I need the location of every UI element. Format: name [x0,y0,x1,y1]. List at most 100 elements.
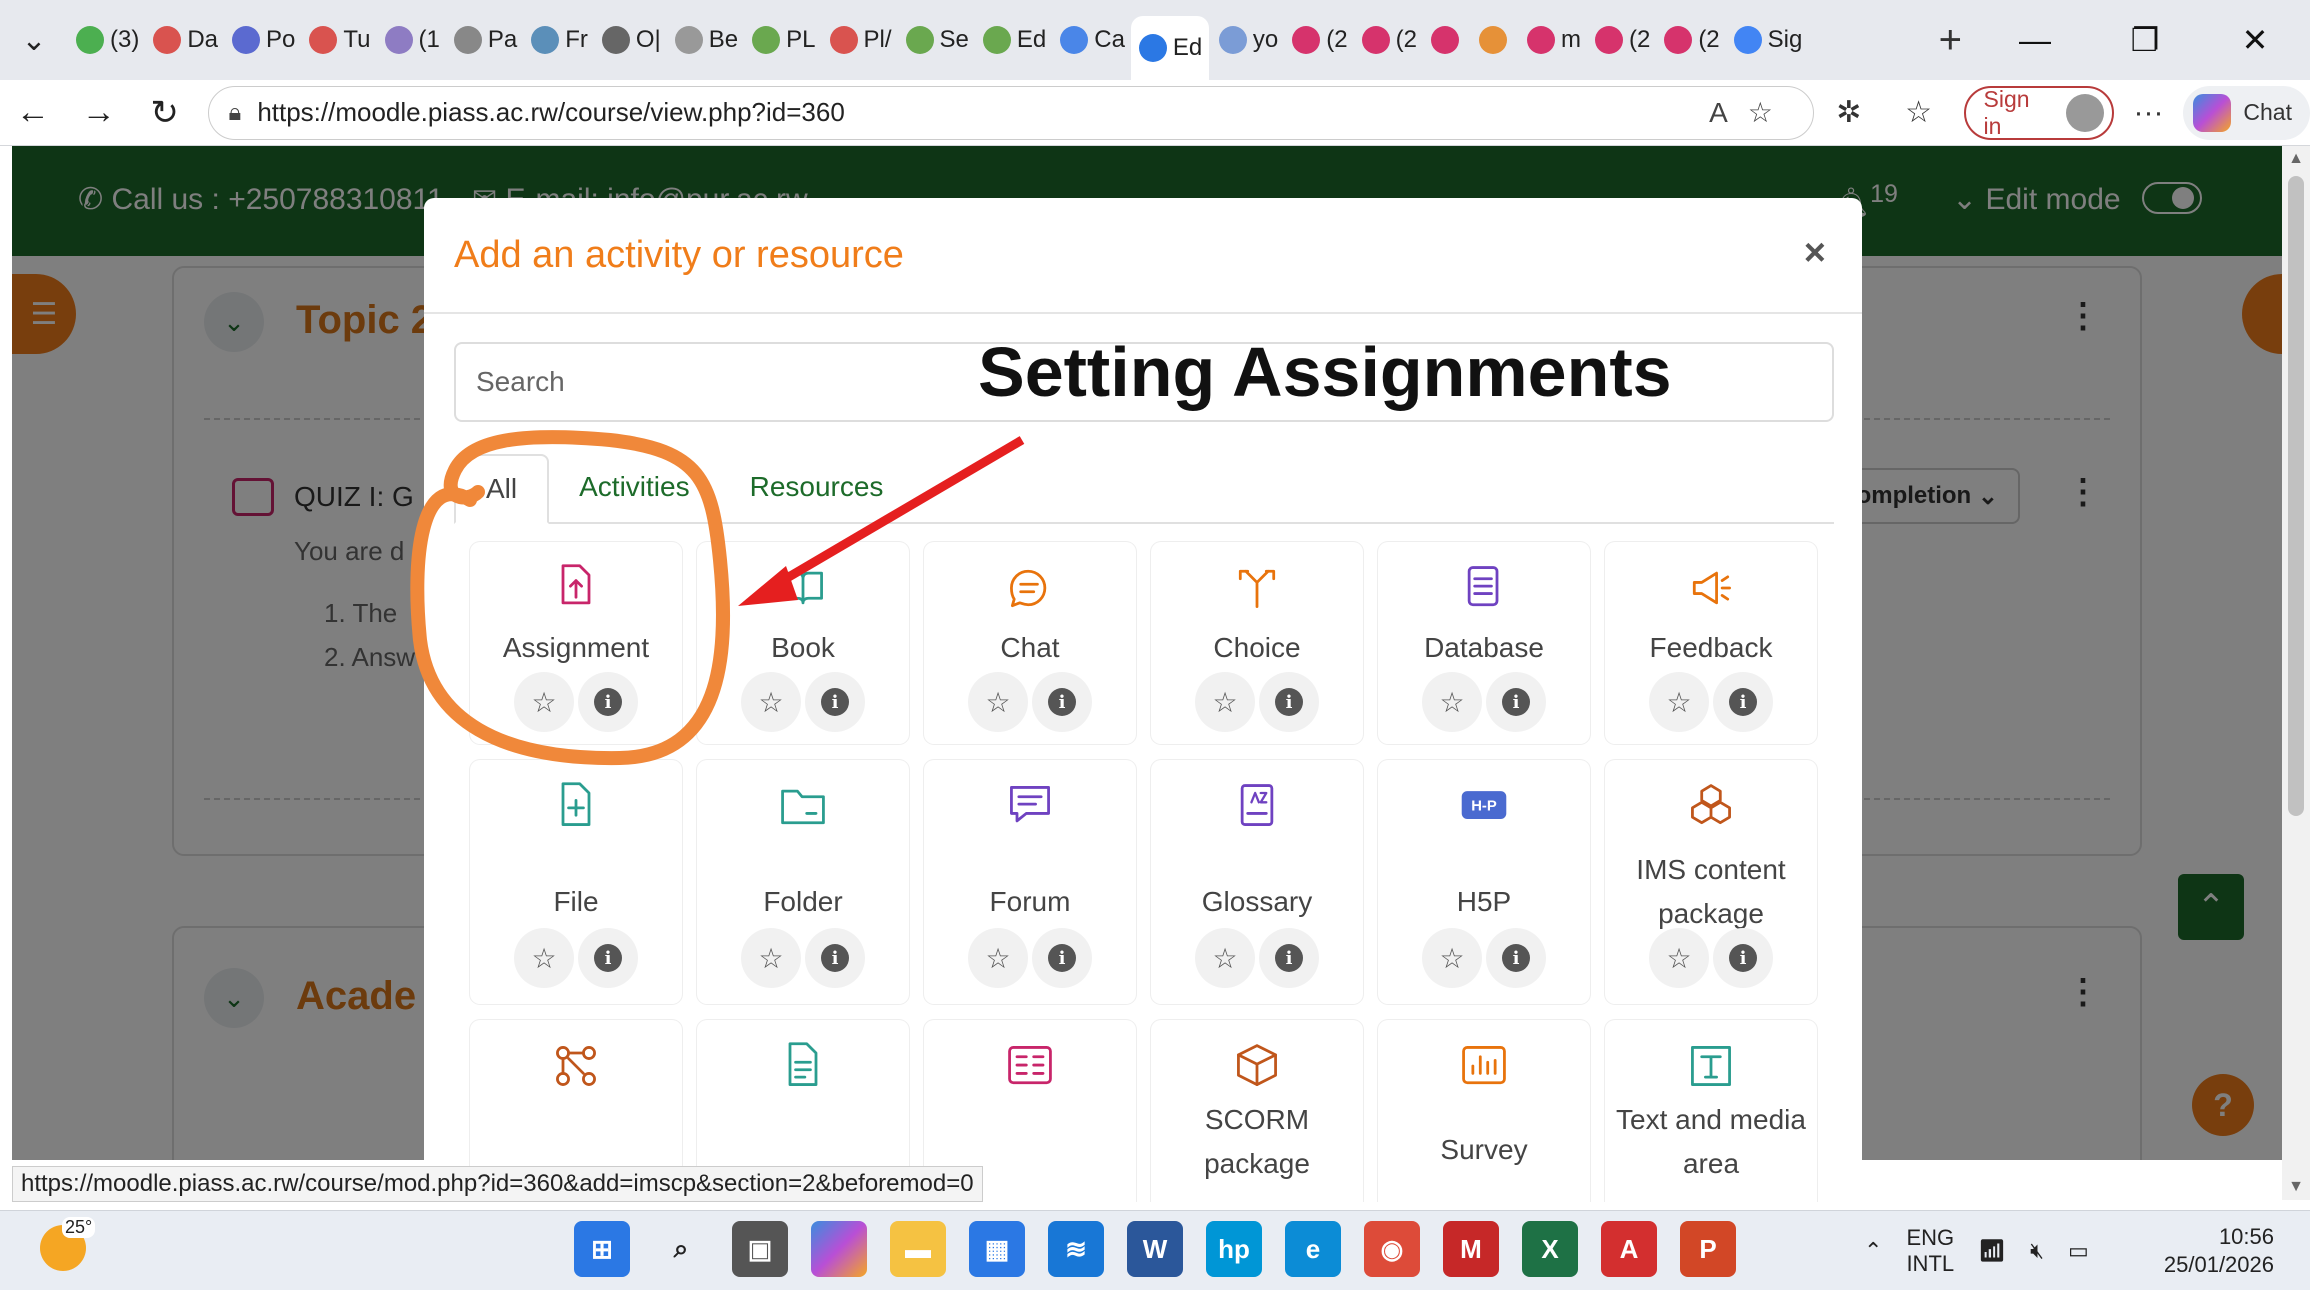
browser-tab[interactable]: Sig [1726,12,1806,68]
activity-card-forum[interactable]: Forum ☆ i [924,760,1136,1004]
browser-tab[interactable]: (1 [377,12,444,68]
browser-tab[interactable]: (2 [1656,12,1723,68]
battery-icon[interactable]: ▭ [2068,1238,2089,1264]
star-icon[interactable]: ☆ [741,928,801,988]
activity-card-survey[interactable]: Survey [1378,1020,1590,1202]
mute-speaker-icon[interactable]: 🔇︎ [2030,1238,2044,1264]
store-icon[interactable]: ▦ [969,1221,1025,1277]
scrollbar-thumb[interactable] [2288,176,2304,816]
browser-tab[interactable]: Pa [446,12,521,68]
scroll-down-icon[interactable]: ▼ [2282,1178,2310,1196]
browser-tab[interactable]: (2 [1284,12,1351,68]
info-icon[interactable]: i [1486,672,1546,732]
browser-tab[interactable]: m [1519,12,1585,68]
activity-card-assignment[interactable]: Assignment ☆ i [470,542,682,744]
info-icon[interactable]: i [1259,928,1319,988]
star-icon[interactable]: ☆ [514,928,574,988]
modal-close-button[interactable]: × [1804,232,1826,275]
audio-app-icon[interactable]: ≋ [1048,1221,1104,1277]
browser-tab[interactable]: Tu [301,12,374,68]
more-menu-icon[interactable]: ··· [2114,96,2184,130]
address-bar[interactable]: 🔒︎ https://moodle.piass.ac.rw/course/vie… [207,85,1814,140]
tray-chevron-icon[interactable]: ⌃ [1864,1238,1882,1264]
tab-actions-chevron-icon[interactable]: ⌄ [0,0,68,80]
tab-activities[interactable]: Activities [549,452,719,522]
star-icon[interactable]: ☆ [968,928,1028,988]
browser-tab[interactable]: Be [667,12,742,68]
star-icon[interactable]: ☆ [514,672,574,732]
browser-tab[interactable]: Fr [523,12,592,68]
info-icon[interactable]: i [805,672,865,732]
new-tab-button[interactable]: + [1939,18,1962,63]
word-icon[interactable]: W [1127,1221,1183,1277]
start-windows-icon[interactable]: ⊞ [574,1221,630,1277]
star-icon[interactable]: ☆ [1195,928,1255,988]
info-icon[interactable]: i [805,928,865,988]
close-window-button[interactable]: ✕ [2200,0,2310,80]
page-scrollbar[interactable]: ▲ ▼ [2282,146,2310,1200]
star-icon[interactable]: ☆ [968,672,1028,732]
info-icon[interactable]: i [1713,928,1773,988]
activity-card-choice[interactable]: Choice ☆ i [1151,542,1363,744]
restore-button[interactable]: ❐ [2090,0,2200,80]
browser-tab[interactable]: Da [145,12,222,68]
info-icon[interactable]: i [578,928,638,988]
acrobat-icon[interactable]: A [1601,1221,1657,1277]
browser-tab[interactable]: O| [594,12,665,68]
task-view-icon[interactable]: ▣ [732,1221,788,1277]
activity-card-h5p[interactable]: H-P H5P ☆ i [1378,760,1590,1004]
star-icon[interactable]: ☆ [1422,672,1482,732]
active-browser-tab[interactable]: Ed× [1130,16,1209,80]
site-info-lock-icon[interactable]: 🔒︎ [229,99,242,127]
hp-icon[interactable]: hp [1206,1221,1262,1277]
browser-tab[interactable]: yo [1211,12,1282,68]
star-icon[interactable]: ☆ [1195,672,1255,732]
file-explorer-icon[interactable]: ▬ [890,1221,946,1277]
minimize-button[interactable]: — [1980,0,2090,80]
url-text[interactable]: https://moodle.piass.ac.rw/course/view.p… [257,97,1709,128]
browser-tab[interactable]: (2 [1354,12,1421,68]
taskbar-clock[interactable]: 10:56 25/01/2026 [2164,1223,2274,1279]
activity-card-ims-content-package[interactable]: IMS content package ☆ i [1605,760,1817,1004]
forward-arrow-icon[interactable]: → [66,93,132,132]
activity-card-glossary[interactable]: Glossary ☆ i [1151,760,1363,1004]
browser-tab[interactable]: Ed [975,12,1050,68]
info-icon[interactable]: i [578,672,638,732]
search-icon[interactable]: ⌕ [653,1221,709,1277]
info-icon[interactable]: i [1713,672,1773,732]
activity-card-scorm-package[interactable]: SCORM package [1151,1020,1363,1202]
refresh-icon[interactable]: ↻ [132,93,198,133]
browser-tab[interactable]: (3) [68,12,143,68]
info-icon[interactable]: i [1032,672,1092,732]
info-icon[interactable]: i [1259,672,1319,732]
info-icon[interactable]: i [1032,928,1092,988]
star-icon[interactable]: ☆ [1649,928,1709,988]
browser-tab[interactable]: Po [224,12,299,68]
browser-tab[interactable]: (2 [1587,12,1654,68]
activity-card-file[interactable]: File ☆ i [470,760,682,1004]
browser-tab[interactable] [1471,12,1517,68]
copilot-taskbar-icon[interactable] [811,1221,867,1277]
info-icon[interactable]: i [1486,928,1546,988]
tab-resources[interactable]: Resources [720,452,914,522]
sign-in-button[interactable]: Sign in [1963,85,2114,140]
excel-icon[interactable]: X [1522,1221,1578,1277]
back-arrow-icon[interactable]: ← [0,93,66,132]
browser-tab[interactable]: Se [898,12,973,68]
scroll-up-icon[interactable]: ▲ [2282,150,2310,168]
mcafee-icon[interactable]: M [1443,1221,1499,1277]
language-indicator[interactable]: ENG INTL [1906,1225,1954,1277]
chrome-icon[interactable]: ◉ [1364,1221,1420,1277]
browser-tab[interactable]: Ca [1052,12,1129,68]
read-aloud-favorite-icons[interactable]: A☆ [1709,96,1793,129]
activity-card-folder[interactable]: Folder ☆ i [697,760,909,1004]
activity-card-database[interactable]: Database ☆ i [1378,542,1590,744]
activity-card-feedback[interactable]: Feedback ☆ i [1605,542,1817,744]
star-icon[interactable]: ☆ [1649,672,1709,732]
close-tab-icon[interactable]: × [1208,33,1209,64]
activity-card-text-and-media-area[interactable]: Text and media area [1605,1020,1817,1202]
wifi-icon[interactable]: 📶︎ [1978,1238,2006,1264]
edge-icon[interactable]: e [1285,1221,1341,1277]
star-icon[interactable]: ☆ [741,672,801,732]
tab-all[interactable]: All [454,454,550,524]
